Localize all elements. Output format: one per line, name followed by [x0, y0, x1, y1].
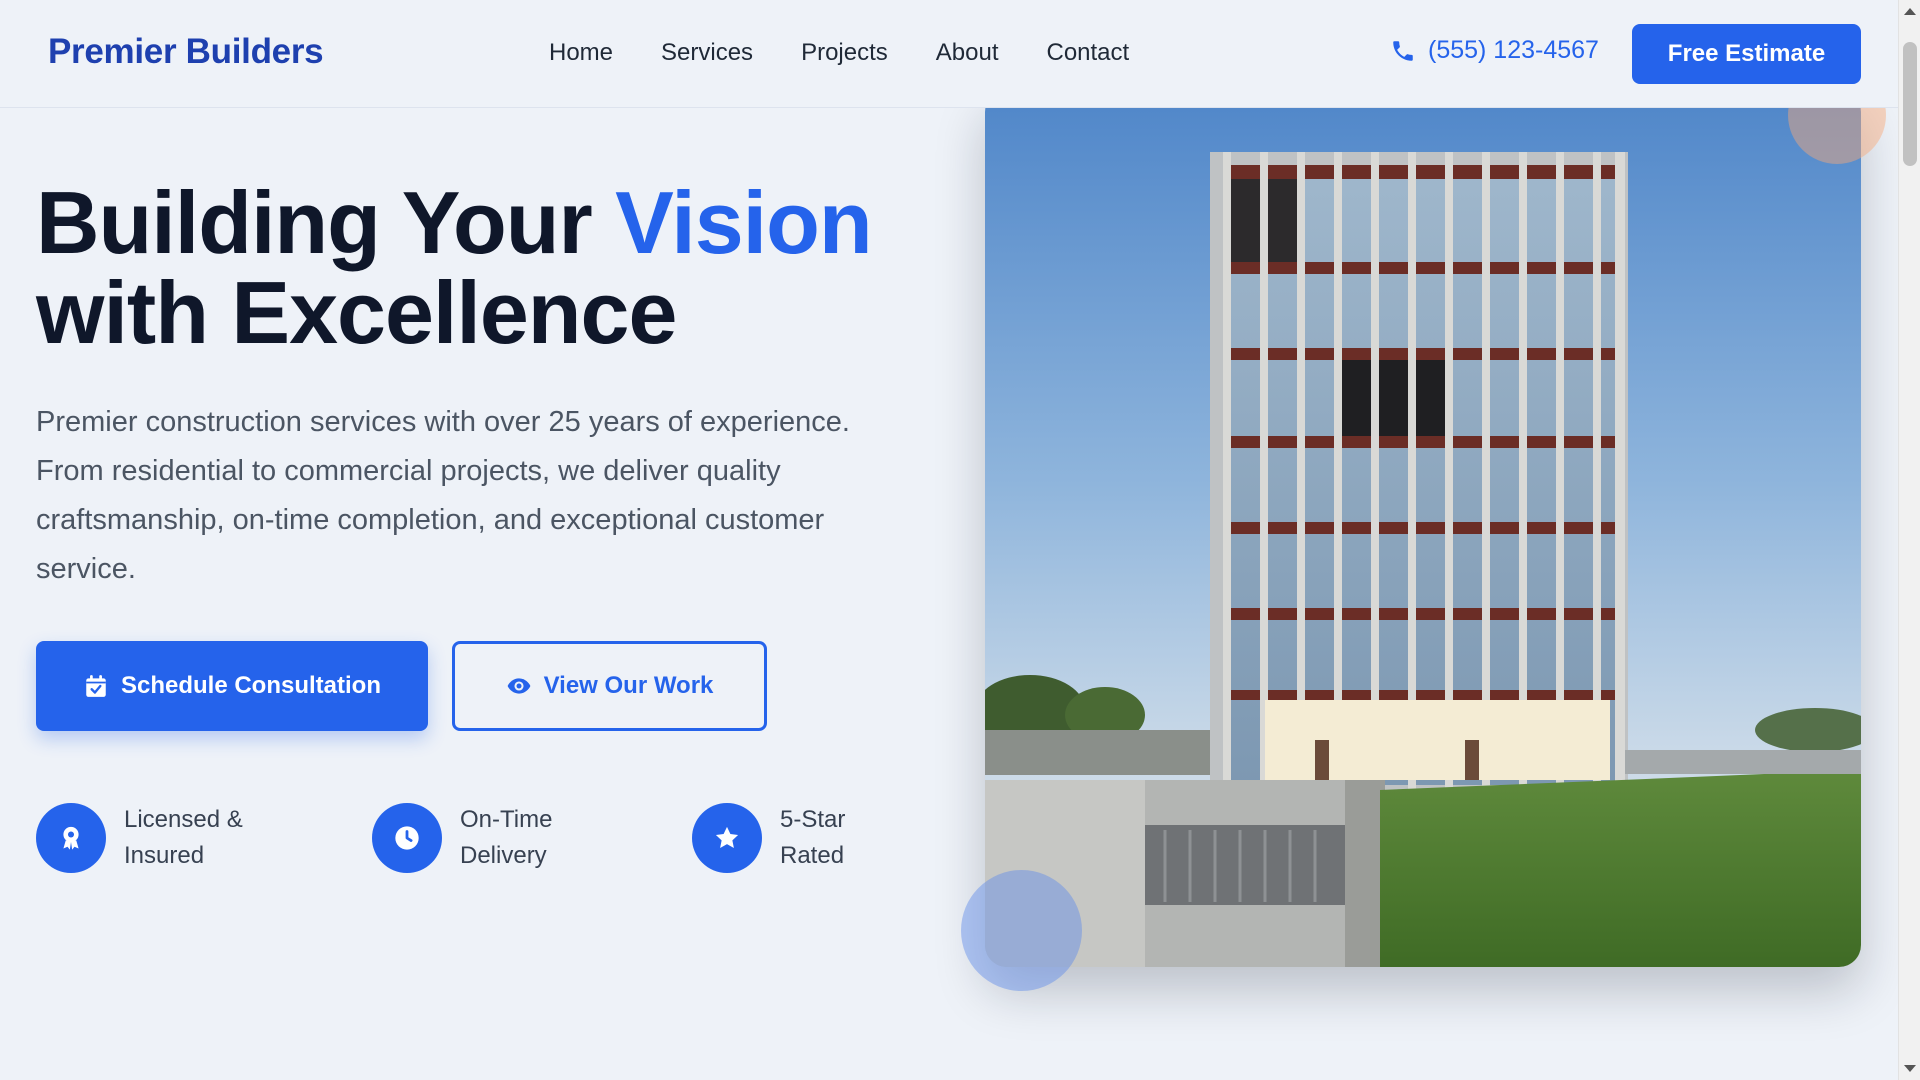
nav-link-contact[interactable]: Contact — [1046, 38, 1129, 68]
feature-on-time: On-Time Delivery — [372, 802, 610, 874]
phone-icon — [1393, 40, 1413, 61]
site-header: Premier Builders Home Services Projects … — [0, 0, 1898, 108]
decorative-circle-blue — [961, 870, 1082, 991]
feature-line2: Delivery — [460, 842, 547, 869]
feature-icon-badge — [372, 803, 442, 873]
scroll-thumb[interactable] — [1903, 42, 1917, 166]
phone-number: (555) 123-4567 — [1428, 36, 1599, 64]
scroll-down-arrow-icon[interactable] — [1904, 1065, 1916, 1072]
feature-line2: Insured — [124, 842, 205, 869]
hero-title-part1: Building Your — [36, 173, 616, 272]
feature-icon-badge — [692, 803, 762, 873]
feature-label: On-Time Delivery — [460, 802, 610, 874]
feature-rated: 5-Star Rated — [692, 802, 930, 874]
star-icon — [715, 826, 739, 849]
calendar-check-icon — [86, 675, 106, 697]
feature-line1: 5-Star — [780, 806, 846, 833]
feature-line2: Rated — [780, 842, 845, 869]
view-our-work-label: View Our Work — [543, 672, 714, 699]
schedule-consultation-button[interactable]: Schedule Consultation — [36, 641, 428, 731]
feature-icon-badge — [36, 803, 106, 873]
main-nav: Home Services Projects About Contact — [549, 38, 1129, 68]
nav-link-services[interactable]: Services — [661, 38, 753, 68]
clock-icon — [395, 826, 419, 850]
feature-licensed: Licensed & Insured — [36, 802, 274, 874]
free-estimate-button[interactable]: Free Estimate — [1632, 24, 1861, 84]
feature-line1: On-Time — [460, 806, 553, 833]
hero-building-image — [985, 90, 1861, 967]
schedule-consultation-label: Schedule Consultation — [120, 672, 381, 699]
feature-line1: Licensed & — [124, 806, 243, 833]
nav-link-projects[interactable]: Projects — [801, 38, 888, 68]
nav-link-about[interactable]: About — [936, 38, 999, 68]
nav-link-home[interactable]: Home — [549, 38, 613, 68]
eye-icon — [507, 678, 530, 694]
view-our-work-button[interactable]: View Our Work — [452, 641, 767, 731]
hero-description: Premier construction services with over … — [36, 406, 850, 585]
brand-logo[interactable]: Premier Builders — [48, 32, 324, 72]
feature-label: Licensed & Insured — [124, 802, 274, 874]
scroll-up-arrow-icon[interactable] — [1904, 8, 1916, 15]
award-icon — [63, 826, 79, 850]
page-scrollbar[interactable] — [1898, 0, 1920, 1080]
hero-title: Building Your Vision with Excellence — [36, 178, 936, 358]
hero-title-accent: Vision — [615, 173, 872, 272]
phone-link[interactable]: (555) 123-4567 — [1390, 36, 1599, 65]
feature-label: 5-Star Rated — [780, 802, 930, 874]
hero-title-part2: with Excellence — [36, 263, 677, 362]
